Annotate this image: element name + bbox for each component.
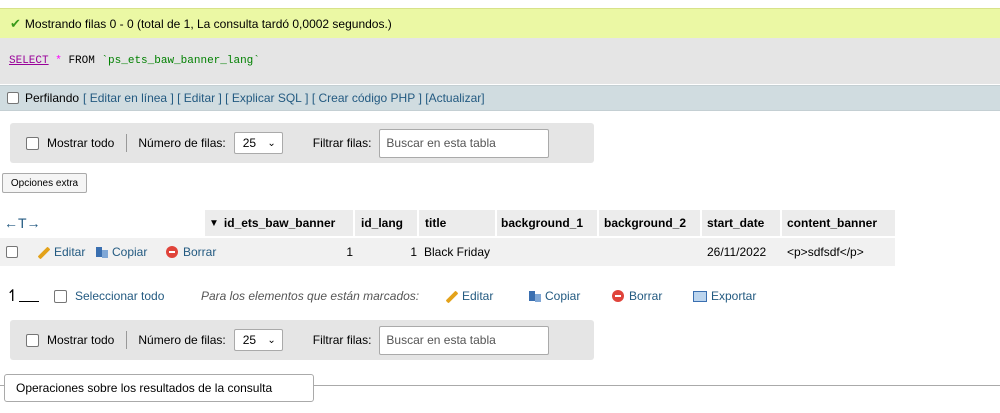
column-background-2[interactable]: background_2: [599, 210, 700, 236]
bulk-actions: ↿ Seleccionar todo Para los elementos qu…: [0, 286, 1000, 306]
cell-id-lang[interactable]: 1: [355, 238, 417, 266]
success-text: Mostrando filas 0 - 0 (total de 1, La co…: [24, 16, 392, 31]
column-content-banner[interactable]: content_banner: [782, 210, 895, 236]
column-title[interactable]: title: [419, 210, 495, 236]
column-id-lang[interactable]: id_lang: [355, 210, 417, 236]
chevron-down-icon: ⌄: [267, 137, 276, 149]
pencil-icon: [36, 245, 50, 259]
column-arrows-icon[interactable]: ←T→: [4, 210, 41, 236]
cell-title[interactable]: Black Friday: [424, 238, 490, 266]
show-all-checkbox[interactable]: [26, 136, 39, 150]
select-all-label[interactable]: Seleccionar todo: [75, 286, 164, 306]
rows-label: Número de filas:: [138, 136, 226, 150]
pencil-icon: [444, 289, 458, 303]
filter-input[interactable]: Buscar en esta tabla: [379, 325, 550, 355]
link-create-php[interactable]: Crear código PHP: [319, 91, 416, 105]
delete-icon: [612, 290, 624, 302]
rows-label: Número de filas:: [138, 333, 226, 347]
top-navigation-panel: Mostrar todo Número de filas: 25 ⌄ Filtr…: [10, 123, 594, 163]
row-edit-link[interactable]: Editar: [36, 238, 85, 266]
cell-id-ets-baw-banner[interactable]: 1: [205, 238, 353, 266]
extra-options-button[interactable]: Opciones extra: [2, 173, 87, 193]
cell-start-date[interactable]: 26/11/2022: [707, 238, 766, 266]
arrow-up-left-icon: ↿: [6, 286, 40, 306]
sql-query: SELECT * FROM `ps_ets_baw_banner_lang`: [0, 38, 1000, 84]
rows-select-value: 25: [242, 333, 257, 347]
profiling-label: Perfilando: [25, 91, 80, 105]
bottom-navigation-panel: Mostrar todo Número de filas: 25 ⌄ Filtr…: [10, 320, 594, 360]
divider: [126, 331, 128, 349]
select-all-checkbox[interactable]: [54, 289, 67, 303]
filter-label: Filtrar filas:: [312, 333, 372, 347]
profiling-checkbox[interactable]: [7, 92, 19, 104]
divider: [126, 134, 128, 152]
profiling-bar: Perfilando [ Editar en línea ] [ Editar …: [0, 85, 1000, 111]
column-id-ets-baw-banner[interactable]: ▼ id_ets_baw_banner: [205, 210, 353, 236]
marked-items-label: Para los elementos que están marcados:: [201, 289, 420, 303]
link-edit[interactable]: Editar: [184, 91, 215, 105]
export-icon: [693, 290, 707, 302]
sql-from-keyword: FROM: [68, 55, 95, 67]
row-copy-link[interactable]: Copiar: [96, 238, 147, 266]
cell-content-banner[interactable]: <p>sdfsdf</p>: [787, 238, 864, 266]
sql-table-name: `ps_ets_baw_banner_lang`: [101, 55, 260, 67]
operations-legend: Operaciones sobre los resultados de la c…: [4, 374, 314, 402]
copy-icon: [96, 246, 108, 259]
rows-select-value: 25: [242, 136, 257, 150]
bulk-copy-button[interactable]: Copiar: [529, 286, 580, 306]
table-row: Editar Copiar Borrar 1 1 Black Friday 26…: [0, 238, 895, 266]
link-edit-inline[interactable]: Editar en línea: [90, 91, 167, 105]
row-checkbox[interactable]: [6, 246, 18, 258]
check-icon: ✔: [10, 15, 21, 31]
bulk-edit-button[interactable]: Editar: [444, 286, 493, 306]
copy-icon: [529, 290, 541, 303]
show-all-label: Mostrar todo: [47, 333, 115, 347]
column-background-1[interactable]: background_1: [497, 210, 597, 236]
success-message: ✔ Mostrando filas 0 - 0 (total de 1, La …: [0, 8, 1000, 38]
bulk-export-button[interactable]: Exportar: [693, 286, 756, 306]
show-all-label: Mostrar todo: [47, 136, 115, 150]
sort-triangle-icon: ▼: [209, 217, 219, 229]
show-all-checkbox[interactable]: [26, 333, 39, 347]
sql-select-keyword[interactable]: SELECT: [9, 55, 49, 67]
table-header: ←T→ ▼ id_ets_baw_banner id_lang title ba…: [0, 210, 900, 236]
filter-label: Filtrar filas:: [312, 136, 372, 150]
sql-star: *: [55, 55, 62, 67]
bulk-delete-button[interactable]: Borrar: [612, 286, 662, 306]
rows-select[interactable]: 25 ⌄: [233, 132, 283, 154]
link-explain-sql[interactable]: Explicar SQL: [232, 91, 302, 105]
column-start-date[interactable]: start_date: [702, 210, 780, 236]
link-refresh[interactable]: Actualizar: [429, 91, 482, 105]
rows-select[interactable]: 25 ⌄: [233, 329, 283, 351]
filter-input[interactable]: Buscar en esta tabla: [379, 128, 550, 158]
delete-icon: [166, 246, 178, 258]
chevron-down-icon: ⌄: [267, 334, 276, 346]
